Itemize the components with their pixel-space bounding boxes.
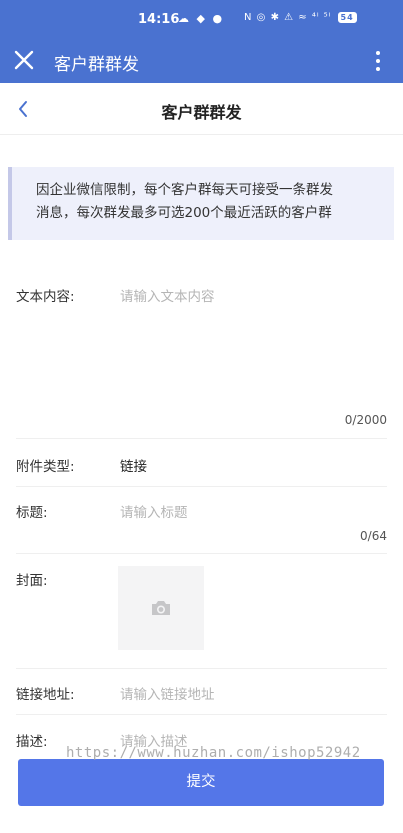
page-nav-bar: 客户群群发 xyxy=(0,83,403,135)
limit-notice: 因企业微信限制，每个客户群每天可接受一条群发 消息，每次群发最多可选200个最近… xyxy=(8,167,394,240)
text-content-row: 文本内容: 请输入文本内容 0/2000 xyxy=(16,285,387,435)
cover-label: 封面: xyxy=(16,573,48,589)
app-bar: 客户群群发 xyxy=(0,40,403,83)
notification-icons: ☁ ◆ ● xyxy=(178,12,225,25)
attachment-type-label: 附件类型: xyxy=(16,459,75,475)
text-content-label: 文本内容: xyxy=(16,289,75,305)
link-url-row: 链接地址: 请输入链接地址 xyxy=(16,683,387,703)
attachment-type-row[interactable]: 附件类型: 链接 xyxy=(16,455,387,475)
title-counter: 0/64 xyxy=(360,529,387,543)
divider xyxy=(16,714,387,715)
notice-line-2: 消息，每次群发最多可选200个最近活跃的客户群 xyxy=(36,205,332,221)
link-url-label: 链接地址: xyxy=(16,687,75,703)
watermark-text: https://www.huzhan.com/ishop52942 xyxy=(66,745,361,761)
signal-icons: N ◎ ✱ ⚠ ≈ ⁴ˡ ⁵ˡ xyxy=(244,12,332,23)
status-time: 14:16 xyxy=(138,12,180,27)
title-input[interactable]: 请输入标题 xyxy=(120,501,188,521)
submit-button[interactable]: 提交 xyxy=(18,759,384,806)
status-bar: 14:16 ☁ ◆ ● N ◎ ✱ ⚠ ≈ ⁴ˡ ⁵ˡ 54 xyxy=(0,0,403,40)
system-icons: N ◎ ✱ ⚠ ≈ ⁴ˡ ⁵ˡ 54 xyxy=(244,12,357,23)
divider xyxy=(16,668,387,669)
text-content-counter: 0/2000 xyxy=(344,413,387,427)
title-label: 标题: xyxy=(16,505,48,521)
close-icon[interactable] xyxy=(13,49,35,71)
notice-line-1: 因企业微信限制，每个客户群每天可接受一条群发 xyxy=(36,182,333,198)
attachment-type-value[interactable]: 链接 xyxy=(120,455,147,475)
link-url-input[interactable]: 请输入链接地址 xyxy=(120,683,215,703)
title-row: 标题: 请输入标题 0/64 xyxy=(16,501,387,546)
divider xyxy=(16,486,387,487)
battery-icon: 54 xyxy=(337,12,357,23)
text-content-input[interactable]: 请输入文本内容 xyxy=(120,285,215,305)
cover-upload[interactable] xyxy=(118,566,204,650)
divider xyxy=(16,553,387,554)
app-bar-title: 客户群群发 xyxy=(54,55,139,75)
description-label: 描述: xyxy=(16,734,48,750)
divider xyxy=(16,438,387,439)
more-menu-icon[interactable] xyxy=(370,49,386,73)
camera-icon xyxy=(152,601,170,615)
page-title: 客户群群发 xyxy=(161,103,242,122)
